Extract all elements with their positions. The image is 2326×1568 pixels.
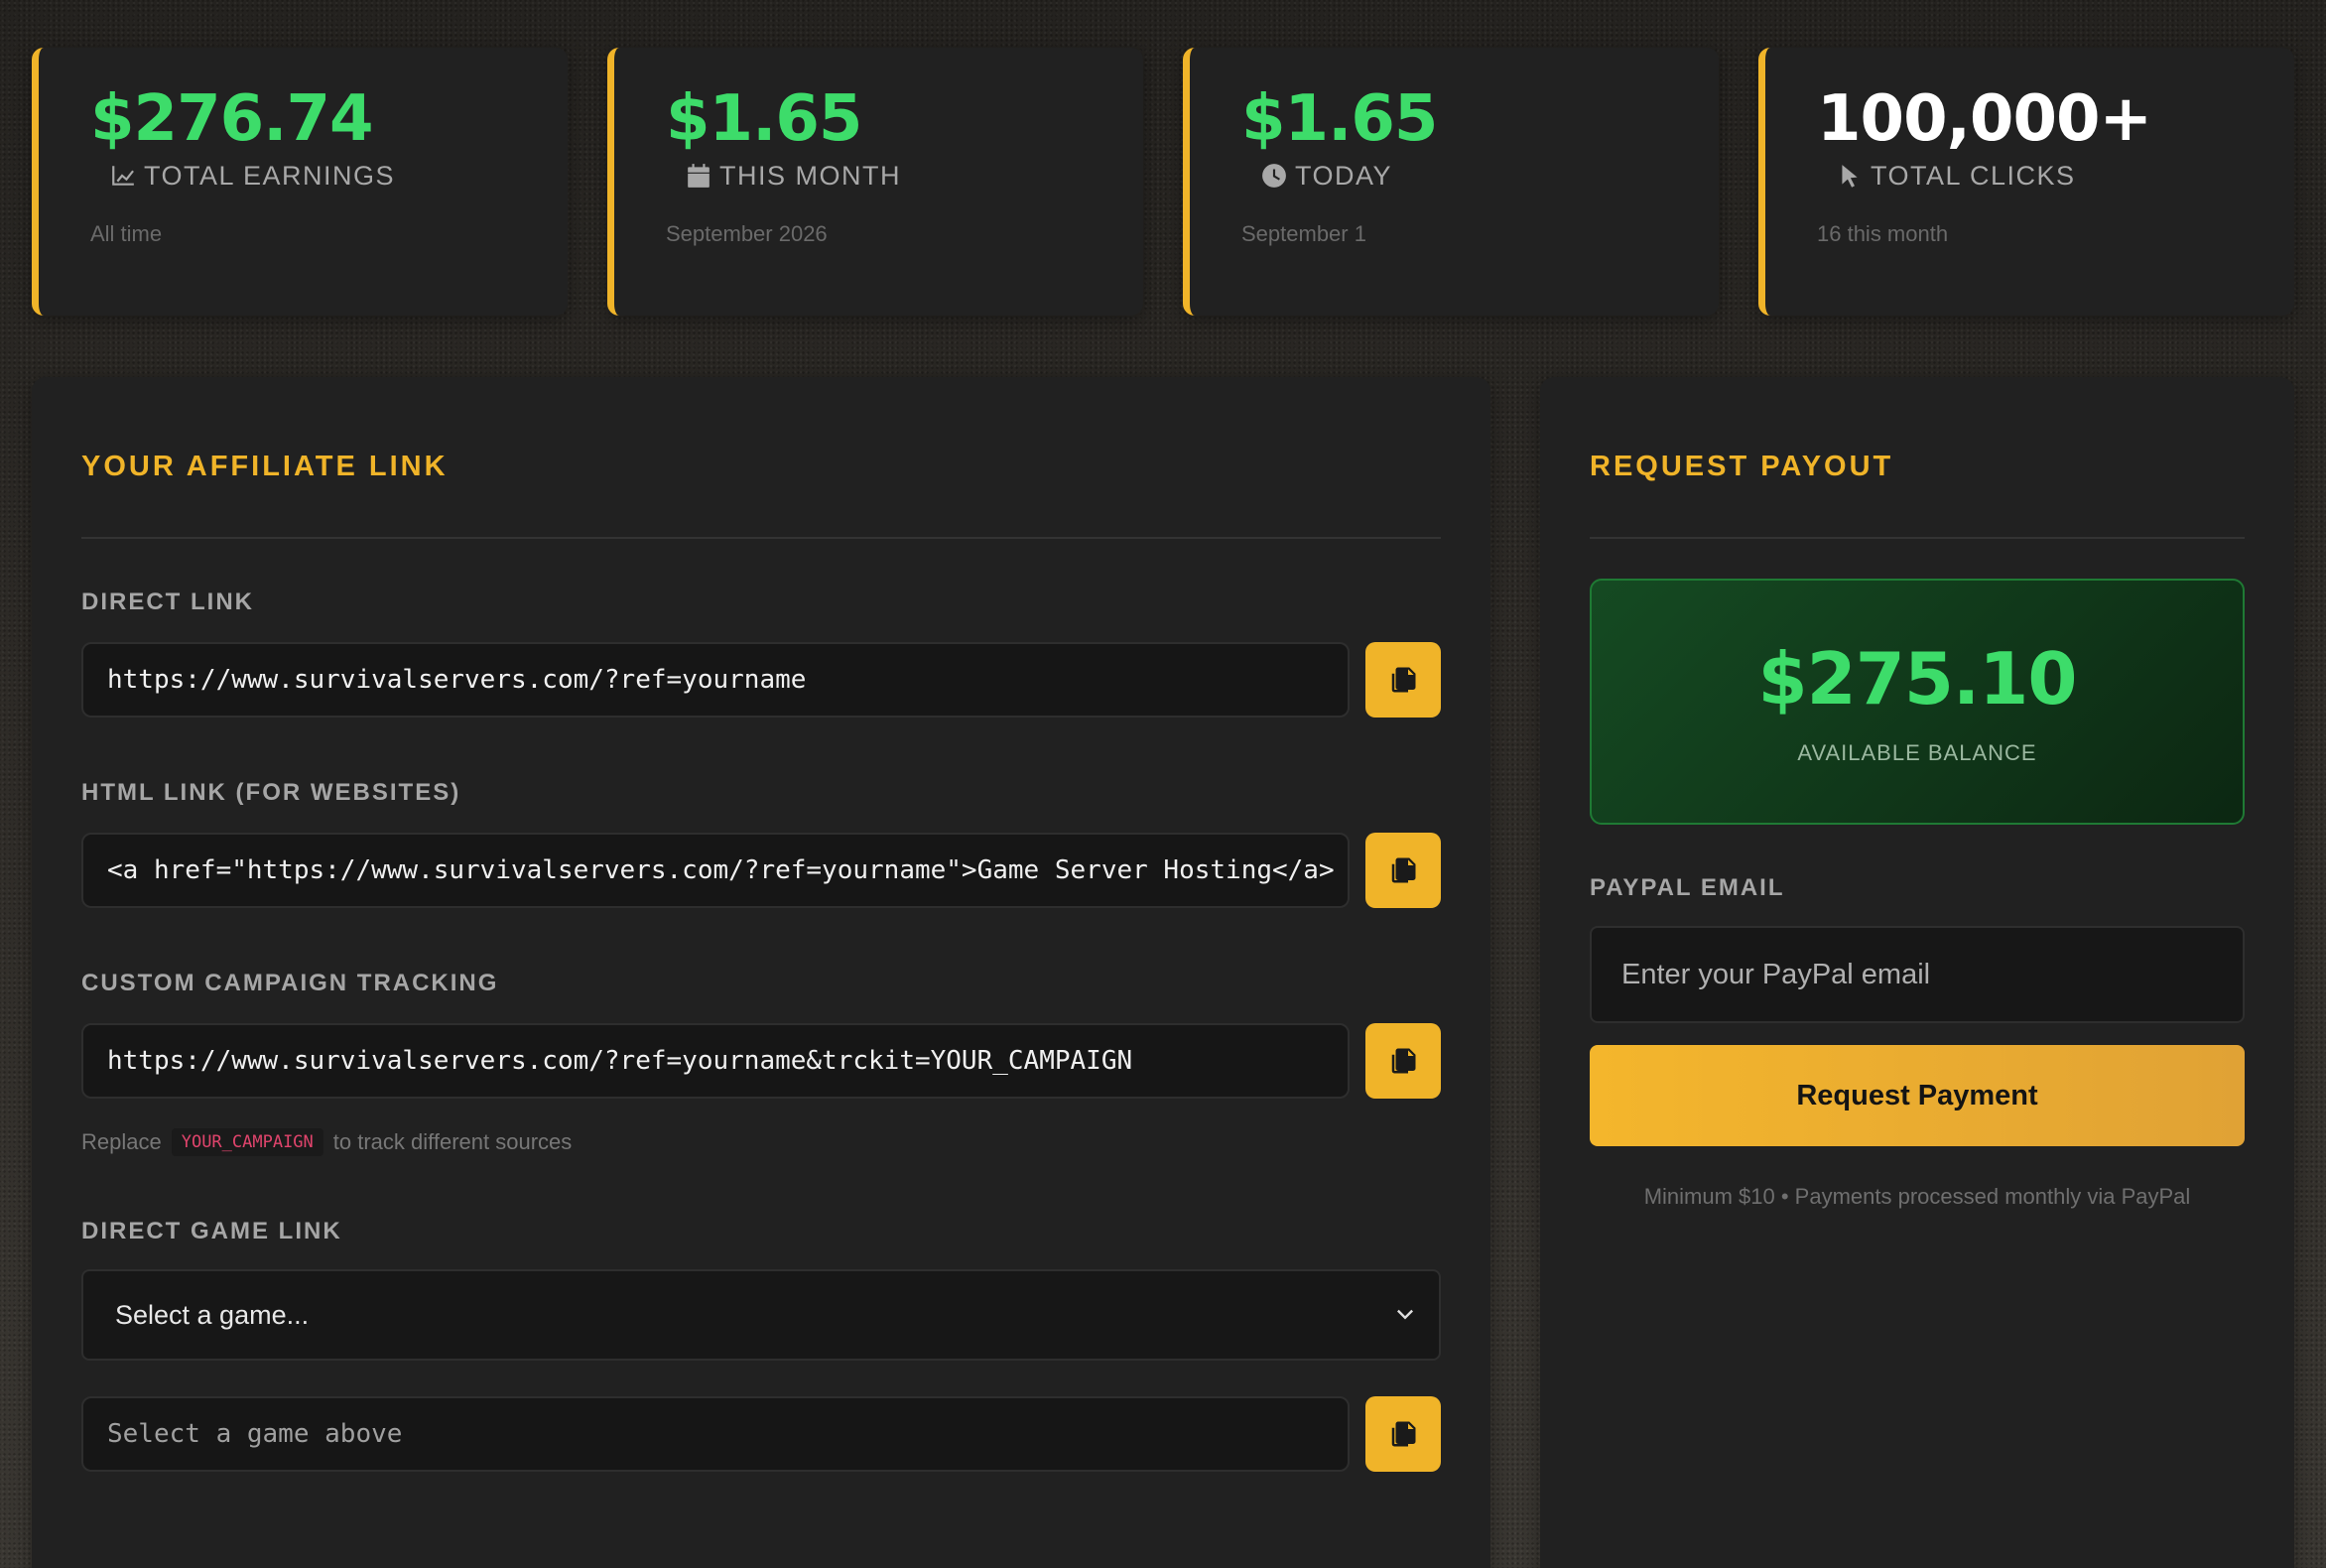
copy-game-link-button[interactable] xyxy=(1365,1396,1441,1472)
direct-link-field[interactable]: https://www.survivalservers.com/?ref=you… xyxy=(81,642,1350,718)
html-link-field[interactable]: <a href="https://www.survivalservers.com… xyxy=(81,833,1350,908)
payout-note: Minimum $10 • Payments processed monthly… xyxy=(1643,1184,2191,1209)
copy-campaign-link-button[interactable] xyxy=(1365,1023,1441,1099)
today-value: $1.65 xyxy=(1241,82,1438,156)
total-earnings-sub: All time xyxy=(90,220,163,246)
stat-card-total-earnings: $276.74 TOTAL EARNINGS All time xyxy=(32,48,568,316)
stat-card-total-clicks: 100,000+ TOTAL CLICKS 16 this month xyxy=(1758,48,2294,316)
copy-icon xyxy=(1391,1421,1416,1447)
this-month-label: THIS MONTH xyxy=(719,160,901,191)
copy-icon xyxy=(1391,1048,1416,1074)
stat-card-this-month: $1.65 THIS MONTH September 2026 xyxy=(607,48,1143,316)
available-balance-value: $275.10 xyxy=(1757,637,2078,720)
game-link-field[interactable]: Select a game above xyxy=(81,1396,1350,1472)
campaign-tracking-label: CUSTOM CAMPAIGN TRACKING xyxy=(81,970,499,996)
affiliate-panel-title: YOUR AFFILIATE LINK xyxy=(81,377,1441,539)
available-balance-label: AVAILABLE BALANCE xyxy=(1797,740,2037,765)
clock-icon xyxy=(1262,164,1286,189)
paypal-email-input[interactable] xyxy=(1590,926,2245,1023)
total-earnings-label: TOTAL EARNINGS xyxy=(144,160,396,191)
html-link-label: HTML LINK (FOR WEBSITES) xyxy=(81,779,461,806)
direct-link-label: DIRECT LINK xyxy=(81,588,254,615)
paypal-email-label: PAYPAL EMAIL xyxy=(1590,874,1785,901)
game-select-value: Select a game... xyxy=(115,1299,310,1330)
copy-direct-link-button[interactable] xyxy=(1365,642,1441,718)
request-payment-button[interactable]: Request Payment xyxy=(1590,1045,2245,1146)
copy-html-link-button[interactable] xyxy=(1365,833,1441,908)
total-earnings-value: $276.74 xyxy=(90,82,374,156)
total-clicks-sub: 16 this month xyxy=(1817,220,1949,246)
copy-icon xyxy=(1391,857,1416,883)
campaign-placeholder-code: YOUR_CAMPAIGN xyxy=(171,1128,323,1156)
calendar-icon xyxy=(688,164,710,189)
cursor-icon xyxy=(1842,165,1858,188)
total-clicks-value: 100,000+ xyxy=(1817,82,2152,156)
total-clicks-label: TOTAL CLICKS xyxy=(1871,160,2076,191)
request-payout-panel: REQUEST PAYOUT $275.10 AVAILABLE BALANCE… xyxy=(1540,377,2294,1568)
this-month-sub: September 2026 xyxy=(666,220,828,246)
today-sub: September 1 xyxy=(1241,220,1366,246)
campaign-link-field[interactable]: https://www.survivalservers.com/?ref=you… xyxy=(81,1023,1350,1099)
stats-row: $276.74 TOTAL EARNINGS All time $1.65 TH… xyxy=(32,48,2294,316)
chart-line-icon xyxy=(112,166,134,186)
chevron-down-icon xyxy=(1397,1309,1413,1320)
payout-panel-title: REQUEST PAYOUT xyxy=(1590,377,2245,539)
affiliate-link-panel: YOUR AFFILIATE LINK DIRECT LINK https://… xyxy=(32,377,1490,1568)
balance-box: $275.10 AVAILABLE BALANCE xyxy=(1590,579,2245,825)
game-link-label: DIRECT GAME LINK xyxy=(81,1218,342,1244)
stat-card-today: $1.65 TODAY September 1 xyxy=(1183,48,1719,316)
copy-icon xyxy=(1391,667,1416,693)
this-month-value: $1.65 xyxy=(666,82,862,156)
campaign-hint: Replace YOUR_CAMPAIGN to track different… xyxy=(81,1128,573,1156)
game-select[interactable]: Select a game... xyxy=(81,1269,1441,1361)
today-label: TODAY xyxy=(1295,160,1393,191)
